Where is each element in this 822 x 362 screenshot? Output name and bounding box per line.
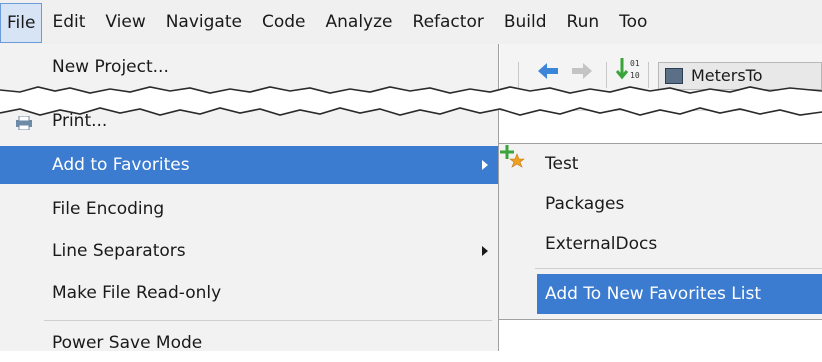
menu-view[interactable]: View (95, 0, 155, 44)
submenu-item-test[interactable]: Test (499, 144, 822, 184)
menu-edit[interactable]: Edit (42, 0, 95, 44)
submenu-item-label: Packages (545, 194, 625, 214)
menu-code[interactable]: Code (252, 0, 316, 44)
menu-analyze[interactable]: Analyze (316, 0, 403, 44)
submenu-item-externaldocs[interactable]: ExternalDocs (499, 224, 822, 264)
submenu-arrow-icon (482, 160, 488, 170)
svg-text:01: 01 (630, 59, 640, 68)
submenu-arrow-icon (482, 246, 488, 256)
menu-item-label: Line Separators (52, 241, 186, 261)
menu-separator (44, 320, 492, 321)
submenu-separator (535, 268, 822, 269)
menu-item-file-encoding[interactable]: File Encoding (0, 190, 498, 228)
favorites-submenu: Test Packages ExternalDocs Add To New Fa… (498, 143, 822, 320)
torn-edge (0, 86, 822, 116)
submenu-item-packages[interactable]: Packages (499, 184, 822, 224)
menu-item-label: File Encoding (52, 199, 165, 219)
menu-item-label: Power Save Mode (52, 333, 203, 353)
menu-build[interactable]: Build (494, 0, 557, 44)
submenu-item-label: ExternalDocs (545, 234, 658, 254)
menu-item-line-separators[interactable]: Line Separators (0, 232, 498, 270)
menu-item-power-save-mode[interactable]: Power Save Mode (0, 324, 498, 362)
menu-item-label: Make File Read-only (52, 283, 222, 303)
submenu-item-add-new-favorites-list[interactable]: Add To New Favorites List (537, 274, 822, 314)
menu-item-make-read-only[interactable]: Make File Read-only (0, 274, 498, 312)
submenu-item-label: Test (545, 154, 579, 174)
menu-bar: File Edit View Navigate Code Analyze Ref… (0, 0, 822, 44)
menu-file[interactable]: File (0, 3, 43, 43)
submenu-item-label: Add To New Favorites List (545, 284, 762, 304)
menu-refactor[interactable]: Refactor (403, 0, 494, 44)
menu-tools[interactable]: Too (609, 0, 657, 44)
menu-item-add-to-favorites[interactable]: Add to Favorites (0, 146, 498, 184)
menu-run[interactable]: Run (557, 0, 610, 44)
menu-item-label: Add to Favorites (52, 155, 190, 175)
menu-navigate[interactable]: Navigate (156, 0, 252, 44)
